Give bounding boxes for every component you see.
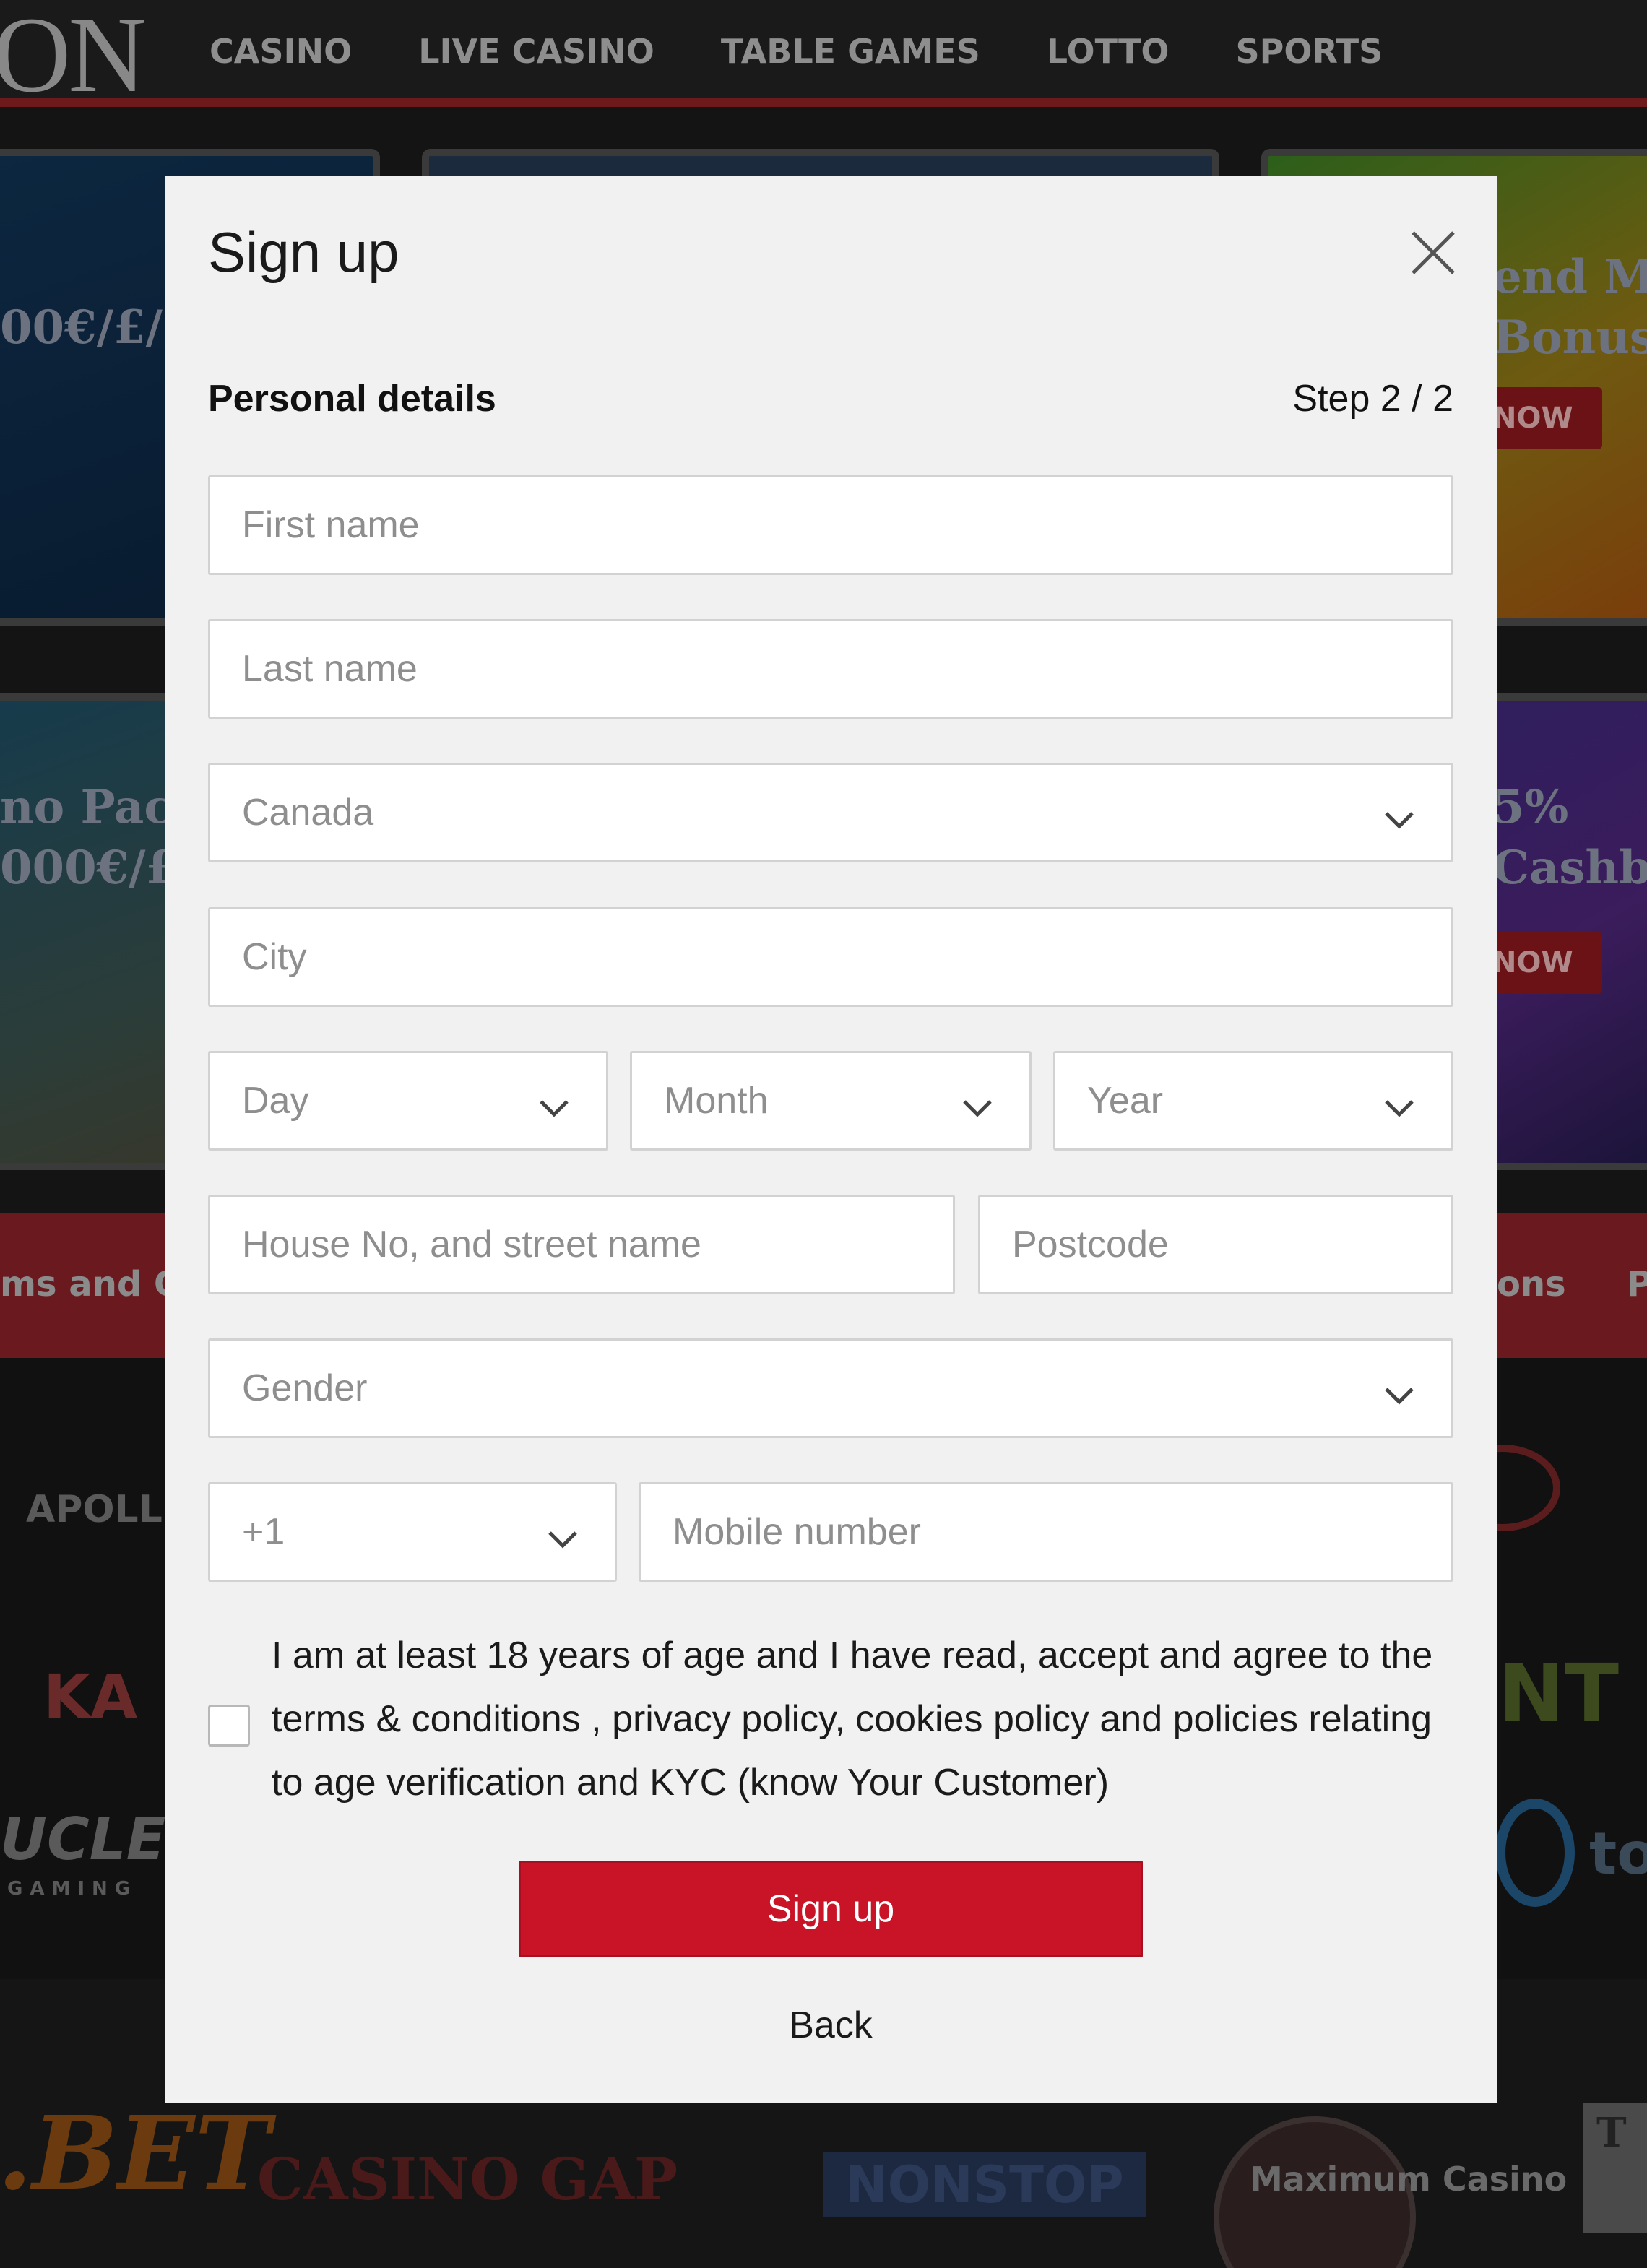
step-indicator: Step 2 / 2 xyxy=(1292,378,1453,420)
nav-links: CASINO LIVE CASINO TABLE GAMES LOTTO SPO… xyxy=(209,32,1449,71)
city-field[interactable]: City xyxy=(208,907,1453,1007)
banner-text: 00€/£/ xyxy=(0,300,163,355)
gender-placeholder: Gender xyxy=(242,1367,368,1409)
chevron-down-icon xyxy=(547,1519,579,1549)
mobile-field[interactable]: Mobile number xyxy=(639,1482,1453,1582)
street-field[interactable]: House No, and street name xyxy=(208,1195,955,1294)
provider-logo: APOLL xyxy=(26,1488,163,1531)
consent-text: I am at least 18 years of age and I have… xyxy=(272,1635,1433,1804)
nav-live-casino[interactable]: LIVE CASINO xyxy=(418,32,654,71)
country-select[interactable]: Canada xyxy=(208,763,1453,862)
signup-modal: Sign up Personal details Step 2 / 2 Firs… xyxy=(165,176,1497,2103)
site-logo: ON xyxy=(0,0,147,115)
provider-logo-subtitle: GAMING xyxy=(7,1878,138,1900)
postcode-field[interactable]: Postcode xyxy=(978,1195,1453,1294)
partner-logo: NONSTOP xyxy=(824,2152,1146,2217)
first-name-field[interactable]: First name xyxy=(208,475,1453,575)
day-placeholder: Day xyxy=(242,1080,309,1122)
first-name-placeholder: First name xyxy=(242,504,420,546)
chevron-down-icon xyxy=(1383,1088,1415,1117)
banner-text: end Ma xyxy=(1492,250,1647,304)
partner-logo: CASINO GAP xyxy=(257,2145,678,2213)
banner-text: Bonus xyxy=(1492,311,1647,365)
day-select[interactable]: Day xyxy=(208,1051,608,1151)
consent-block: I am at least 18 years of age and I have… xyxy=(208,1624,1465,1812)
back-button[interactable]: Back xyxy=(165,2004,1497,2047)
banner-text: 5% xyxy=(1492,780,1569,834)
provider-logo: KA xyxy=(43,1661,138,1732)
partner-logo: .BET xyxy=(0,2095,270,2213)
chevron-down-icon xyxy=(1383,1375,1415,1405)
provider-logo-ring xyxy=(1495,1799,1575,1907)
gender-select[interactable]: Gender xyxy=(208,1338,1453,1438)
nav-table-games[interactable]: TABLE GAMES xyxy=(721,32,980,71)
section-title: Personal details xyxy=(208,378,496,420)
year-placeholder: Year xyxy=(1087,1080,1164,1122)
partner-logo: T xyxy=(1596,2109,1627,2157)
banner-text: 000€/£ xyxy=(0,841,178,895)
last-name-field[interactable]: Last name xyxy=(208,619,1453,719)
country-value: Canada xyxy=(242,792,374,834)
postcode-placeholder: Postcode xyxy=(1012,1224,1169,1265)
partner-logo: Maximum Casino xyxy=(1250,2160,1568,2199)
strip-link[interactable]: P xyxy=(1627,1264,1647,1304)
signup-button[interactable]: Sign up xyxy=(519,1861,1143,1957)
month-select[interactable]: Month xyxy=(630,1051,1032,1151)
provider-logo: to xyxy=(1589,1820,1647,1887)
nav-sports[interactable]: SPORTS xyxy=(1236,32,1383,71)
close-button[interactable] xyxy=(1407,227,1459,279)
nav-casino[interactable]: CASINO xyxy=(209,32,352,71)
chevron-down-icon xyxy=(538,1088,570,1117)
modal-title: Sign up xyxy=(208,220,399,284)
top-navigation: ON CASINO LIVE CASINO TABLE GAMES LOTTO … xyxy=(0,0,1647,115)
mobile-placeholder: Mobile number xyxy=(673,1511,921,1553)
year-select[interactable]: Year xyxy=(1053,1051,1453,1151)
close-icon xyxy=(1412,231,1455,274)
banner-text: Cashba xyxy=(1492,841,1647,895)
provider-logo: NT xyxy=(1498,1647,1620,1739)
chevron-down-icon xyxy=(961,1088,993,1117)
strip-link[interactable]: ons xyxy=(1497,1264,1566,1304)
dial-code-value: +1 xyxy=(242,1511,285,1553)
chevron-down-icon xyxy=(1383,800,1415,829)
last-name-placeholder: Last name xyxy=(242,648,418,690)
month-placeholder: Month xyxy=(664,1080,769,1122)
consent-checkbox[interactable] xyxy=(208,1705,250,1747)
dial-code-select[interactable]: +1 xyxy=(208,1482,617,1582)
nav-lotto[interactable]: LOTTO xyxy=(1047,32,1170,71)
street-placeholder: House No, and street name xyxy=(242,1224,701,1265)
city-placeholder: City xyxy=(242,936,307,978)
